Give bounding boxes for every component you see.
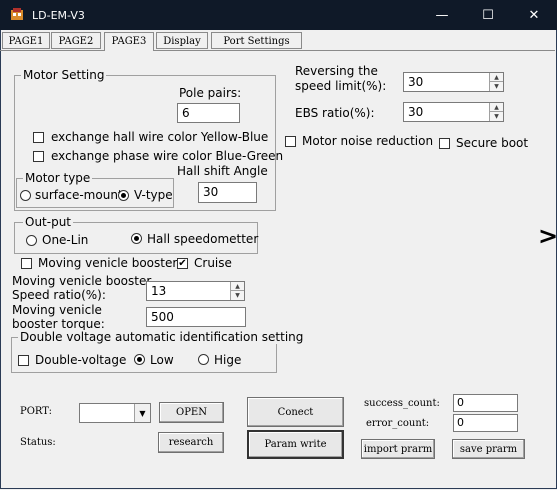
exchange-hall-checkbox[interactable] (33, 132, 44, 143)
double-voltage-checkbox[interactable] (18, 355, 29, 366)
moving-booster-checkbox[interactable] (21, 258, 32, 269)
ebs-ratio-label: EBS ratio(%): (295, 106, 375, 120)
low-label: Low (150, 353, 174, 367)
success-count-field: 0 (453, 394, 518, 412)
status-label: Status: (20, 437, 56, 448)
chevron-down-icon[interactable]: ▼ (134, 404, 150, 422)
secure-boot-label: Secure boot (456, 136, 529, 150)
reversing-speed-value: 30 (408, 75, 424, 89)
double-voltage-legend: Double voltage automatic identification … (18, 330, 306, 344)
title-bar: LD-EM-V3 — ☐ ✕ (0, 0, 557, 30)
one-lin-radio[interactable] (26, 235, 37, 246)
v-type-radio[interactable] (118, 190, 129, 201)
connect-button[interactable]: Conect (247, 397, 344, 427)
torque-label-line2: booster torque: (12, 317, 105, 331)
spin-up-icon[interactable]: ▲ (230, 282, 244, 291)
spin-down-icon[interactable]: ▼ (230, 291, 244, 300)
torque-input[interactable]: 500 (146, 307, 246, 327)
surface-mount-label: surface-mount (35, 188, 123, 202)
speed-ratio-spinner[interactable]: 13 ▲ ▼ (146, 281, 245, 301)
speed-ratio-label-line2: Speed ratio(%): (12, 288, 106, 302)
v-type-label: V-type (134, 188, 173, 202)
port-select[interactable]: ▼ (79, 403, 151, 423)
speed-ratio-value: 13 (151, 284, 167, 298)
maximize-button[interactable]: ☐ (465, 0, 511, 30)
save-param-button[interactable]: save prarm (452, 439, 525, 459)
window-title: LD-EM-V3 (32, 9, 85, 22)
tab-page1[interactable]: PAGE1 (2, 32, 50, 49)
open-button[interactable]: OPEN (159, 402, 224, 423)
spin-up-icon[interactable]: ▲ (489, 73, 503, 82)
next-arrow-icon[interactable]: > (538, 222, 557, 250)
success-count-label: success_count: (364, 398, 440, 409)
secure-boot-checkbox[interactable] (439, 138, 450, 149)
close-button[interactable]: ✕ (511, 0, 557, 30)
param-write-button[interactable]: Param write (247, 430, 344, 459)
double-voltage-label: Double-voltage (35, 353, 127, 367)
surface-mount-radio[interactable] (20, 190, 31, 201)
exchange-phase-label: exchange phase wire color Blue-Green (51, 149, 284, 163)
port-label: PORT: (20, 406, 52, 417)
reversing-label-line1: Reversing the (295, 64, 378, 78)
close-icon: ✕ (528, 7, 540, 23)
cruise-label: Cruise (194, 256, 232, 270)
tab-page2[interactable]: PAGE2 (51, 32, 101, 49)
hall-speedometer-label: Hall speedometter (147, 232, 259, 246)
error-count-label: error_count: (366, 418, 430, 429)
motor-noise-label: Motor noise reduction (302, 134, 434, 148)
minimize-button[interactable]: — (419, 0, 465, 30)
app-icon (11, 8, 23, 20)
error-count-field: 0 (453, 414, 518, 432)
minimize-icon: — (435, 7, 449, 23)
motor-setting-legend: Motor Setting (21, 68, 107, 82)
speed-ratio-label-line1: Moving venicle booster (12, 274, 152, 288)
pole-pairs-input[interactable]: 6 (177, 103, 240, 123)
tab-strip-line (0, 50, 555, 51)
pole-pairs-label: Pole pairs: (179, 86, 242, 100)
research-button[interactable]: research (158, 432, 224, 453)
cruise-checkbox[interactable]: ✔ (177, 258, 188, 269)
spin-down-icon[interactable]: ▼ (489, 82, 503, 91)
high-radio[interactable] (198, 354, 209, 365)
reversing-label-line2: speed limit(%): (295, 79, 387, 93)
torque-label-line1: Moving venicle (12, 303, 102, 317)
spin-down-icon[interactable]: ▼ (489, 112, 503, 121)
motor-type-legend: Motor type (23, 171, 93, 185)
hall-shift-label: Hall shift Angle (177, 164, 268, 178)
high-label: Hige (214, 353, 242, 367)
exchange-hall-label: exchange hall wire color Yellow-Blue (51, 130, 269, 144)
tab-port-settings[interactable]: Port Settings (211, 32, 302, 49)
output-legend: Out-put (23, 215, 74, 229)
hall-speedometer-radio[interactable] (131, 233, 142, 244)
motor-noise-checkbox[interactable] (285, 136, 296, 147)
maximize-icon: ☐ (482, 7, 494, 23)
moving-booster-label: Moving venicle booster (38, 256, 178, 270)
spin-up-icon[interactable]: ▲ (489, 103, 503, 112)
tab-display[interactable]: Display (156, 32, 208, 49)
one-lin-label: One-Lin (42, 233, 89, 247)
import-param-button[interactable]: import prarm (361, 439, 435, 459)
low-radio[interactable] (134, 354, 145, 365)
reversing-speed-spinner[interactable]: 30 ▲ ▼ (403, 72, 504, 92)
ebs-ratio-spinner[interactable]: 30 ▲ ▼ (403, 102, 504, 122)
tab-page3[interactable]: PAGE3 (104, 32, 154, 51)
exchange-phase-checkbox[interactable] (33, 151, 44, 162)
hall-shift-input[interactable]: 30 (198, 182, 257, 203)
ebs-ratio-value: 30 (408, 105, 424, 119)
